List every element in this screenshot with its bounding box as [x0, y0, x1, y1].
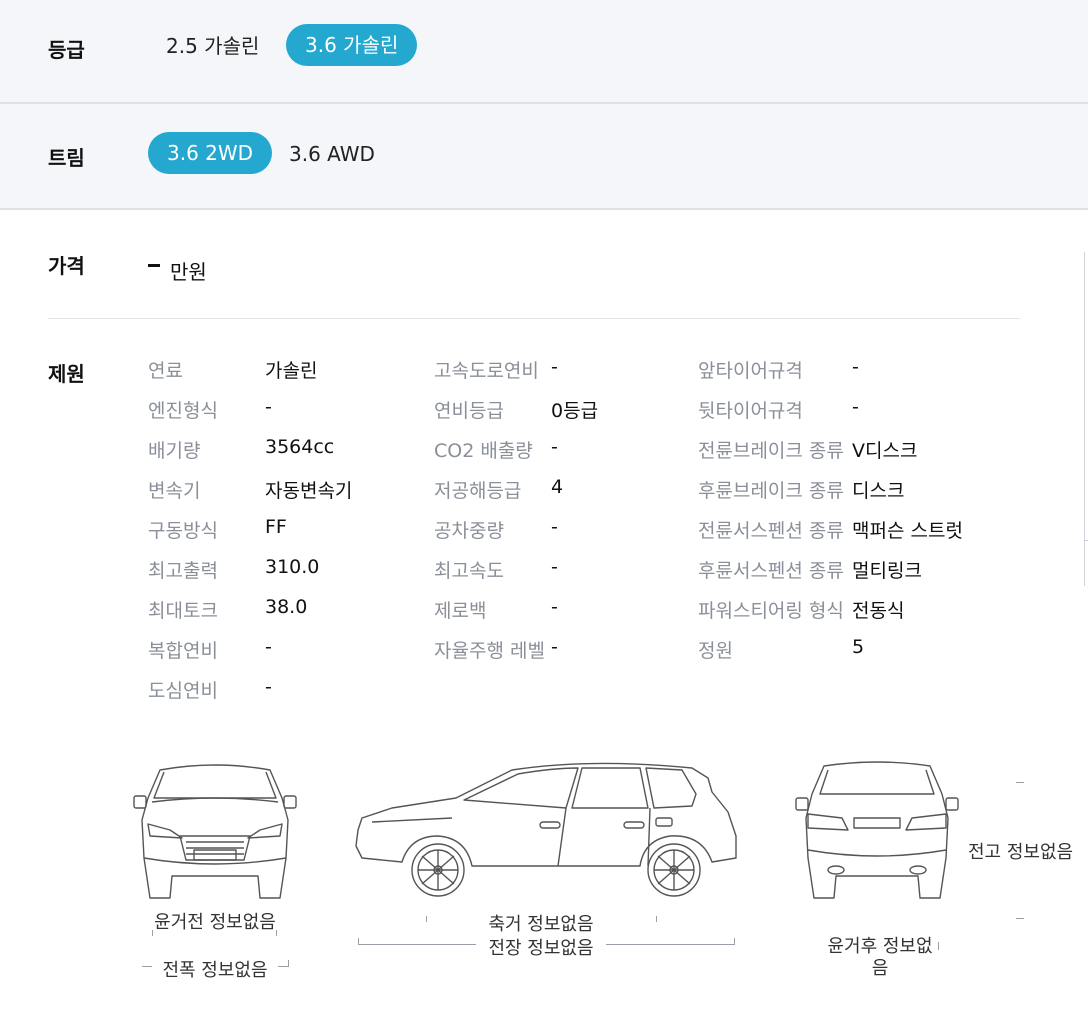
price-label: 가격: [48, 254, 85, 278]
spec-value: -: [551, 636, 558, 658]
overall-width-label: 전폭 정보없음: [162, 960, 268, 981]
spec-key: 고속도로연비: [434, 360, 539, 382]
divider: [48, 318, 1020, 319]
spec-value: V디스크: [852, 440, 918, 462]
wheelbase-label: 축거 정보없음: [488, 914, 594, 935]
spec-key: 저공해등급: [434, 480, 522, 502]
spec-value: -: [265, 676, 272, 698]
trim-section: 트림 3.6 2WD 3.6 AWD: [0, 104, 1088, 210]
spec-key: 파워스티어링 형식: [698, 600, 844, 622]
grade-section: 등급 2.5 가솔린 3.6 가솔린: [0, 0, 1088, 104]
spec-value: -: [265, 396, 272, 418]
spec-key: 뒷타이어규격: [698, 400, 803, 422]
specs-label: 제원: [48, 362, 85, 386]
spec-key: CO2 배출량: [434, 440, 533, 462]
spec-value: -: [265, 636, 272, 658]
rear-track-label: 윤거후 정보없음: [827, 936, 933, 979]
spec-key: 구동방식: [148, 520, 218, 542]
spec-key: 앞타이어규격: [698, 360, 803, 382]
spec-key: 최대토크: [148, 600, 218, 622]
overall-height-label: 전고 정보없음: [968, 842, 1074, 863]
spec-value: 가솔린: [265, 360, 318, 382]
dim-line: [358, 944, 476, 945]
dim-tick: [426, 916, 427, 922]
spec-value: -: [852, 396, 859, 418]
spec-value: 38.0: [265, 596, 308, 618]
spec-key: 복합연비: [148, 640, 218, 662]
trim-option-2wd[interactable]: 3.6 2WD: [148, 132, 273, 174]
spec-value: 멀티링크: [852, 560, 922, 582]
spec-key: 전륜브레이크 종류: [698, 440, 844, 462]
spec-key: 후륜서스펜션 종류: [698, 560, 844, 582]
dim-tick: [1016, 782, 1024, 783]
grade-option-2-5[interactable]: 2.5 가솔린: [166, 25, 259, 67]
spec-value: -: [551, 436, 558, 458]
dim-tick: [656, 916, 657, 922]
spec-value: 자동변속기: [265, 480, 353, 502]
dim-tick: [358, 938, 359, 945]
dim-tick: [1016, 918, 1024, 919]
spec-value: 3564cc: [265, 436, 335, 458]
grade-option-3-6[interactable]: 3.6 가솔린: [286, 24, 418, 66]
spec-key: 변속기: [148, 480, 201, 502]
spec-key: 최고속도: [434, 560, 504, 582]
scrollbar-tick: [1084, 540, 1088, 541]
spec-key: 연비등급: [434, 400, 504, 422]
trim-label: 트림: [48, 146, 85, 170]
dim-line: [606, 944, 734, 945]
spec-key: 제로백: [434, 600, 487, 622]
price-value: [148, 264, 160, 267]
spec-value: 맥퍼슨 스트럿: [852, 520, 963, 542]
spec-key: 엔진형식: [148, 400, 218, 422]
spec-value: 디스크: [852, 480, 905, 502]
spec-key: 배기량: [148, 440, 201, 462]
car-front-view-icon: [133, 764, 297, 899]
car-rear-view-icon: [795, 761, 959, 899]
spec-key: 자율주행 레벨: [434, 640, 545, 662]
front-track-label: 윤거전 정보없음: [154, 912, 276, 933]
spec-value: -: [551, 596, 558, 618]
spec-value: -: [551, 356, 558, 378]
spec-key: 연료: [148, 360, 183, 382]
spec-value: 전동식: [852, 600, 905, 622]
spec-value: -: [551, 516, 558, 538]
spec-key: 정원: [698, 640, 733, 662]
dim-tick: [288, 960, 289, 967]
spec-value: 310.0: [265, 556, 320, 578]
car-side-view-icon: [355, 762, 737, 897]
spec-value: -: [551, 556, 558, 578]
price-unit: 만원: [170, 260, 207, 284]
spec-key: 후륜브레이크 종류: [698, 480, 844, 502]
spec-value: FF: [265, 516, 287, 538]
spec-value: 0등급: [551, 400, 599, 422]
grade-label: 등급: [48, 38, 85, 62]
dim-line: [278, 966, 288, 967]
spec-value: 4: [551, 476, 564, 498]
spec-key: 최고출력: [148, 560, 218, 582]
spec-value: 5: [852, 636, 865, 658]
spec-value: -: [852, 356, 859, 378]
spec-key: 도심연비: [148, 680, 218, 702]
spec-key: 전륜서스펜션 종류: [698, 520, 844, 542]
trim-option-awd[interactable]: 3.6 AWD: [289, 133, 375, 175]
dim-tick: [734, 938, 735, 945]
dim-tick: [938, 942, 939, 950]
spec-key: 공차중량: [434, 520, 504, 542]
dim-line: [142, 966, 152, 967]
scrollbar[interactable]: [1084, 252, 1088, 586]
overall-length-label: 전장 정보없음: [488, 938, 594, 959]
